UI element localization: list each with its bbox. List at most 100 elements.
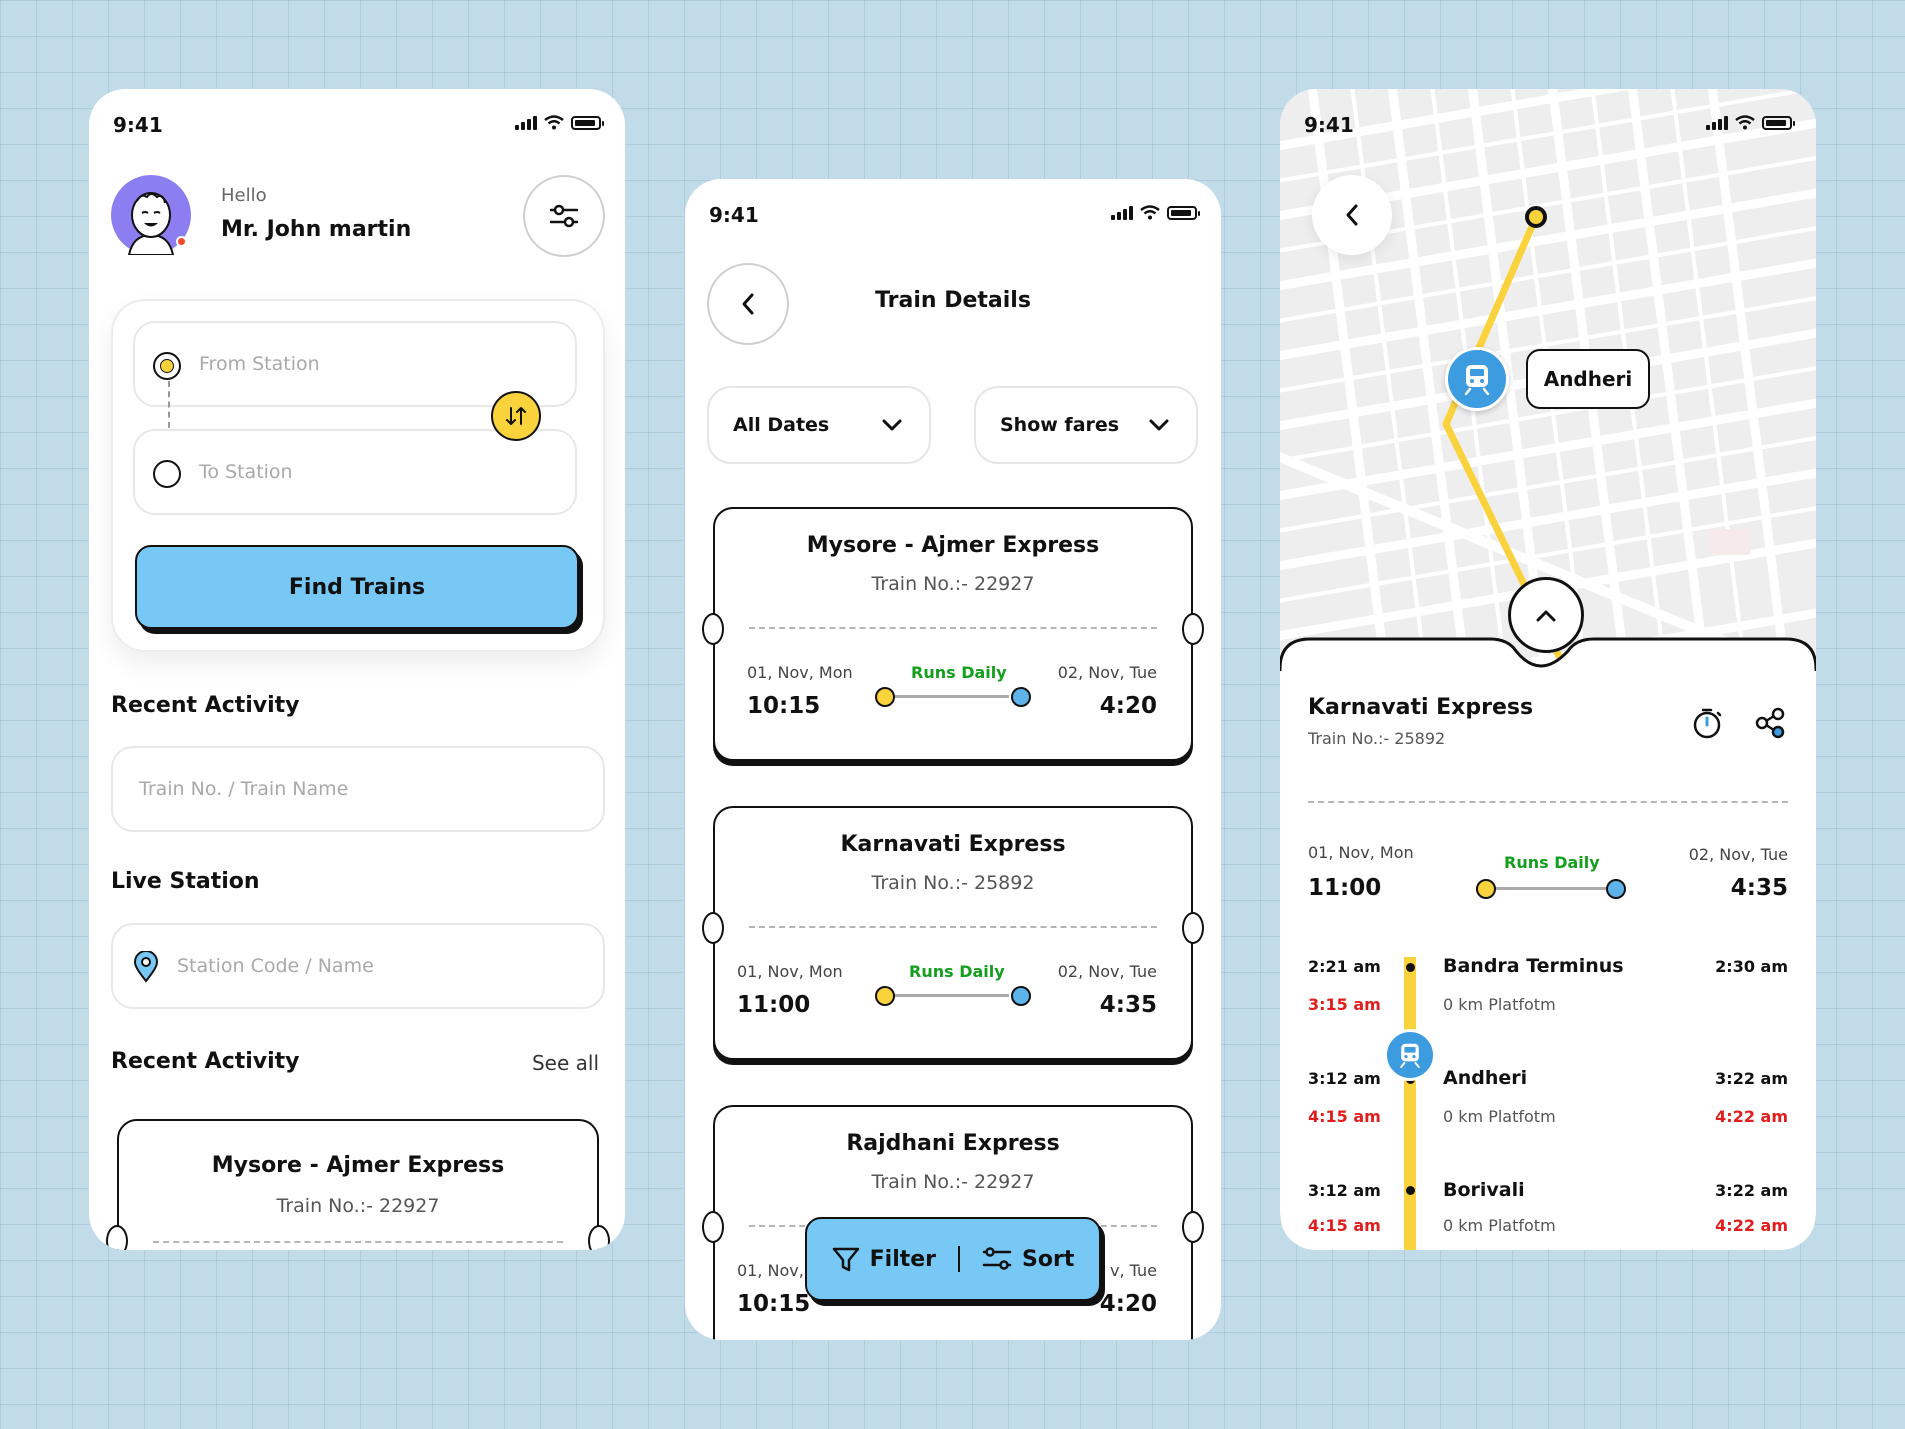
stop-arrival-time: 3:12 am	[1308, 1181, 1381, 1200]
runs-daily-label: Runs Daily	[1504, 853, 1600, 872]
live-tracking-screen: 9:41 Andheri Karnavati Express Train No.…	[1280, 89, 1816, 1250]
runs-daily-label: Runs Daily	[911, 663, 1007, 682]
ticket-train-name: Mysore - Ajmer Express	[211, 1153, 505, 1178]
settings-button[interactable]	[523, 175, 605, 257]
to-marker-icon	[153, 460, 181, 488]
ticket-notch	[588, 1225, 610, 1250]
status-time: 9:41	[1304, 113, 1354, 137]
departure-date: 01, Nov, Mon	[1308, 843, 1414, 862]
recent-ticket-card[interactable]: Mysore - Ajmer Express Train No.:- 22927	[106, 1119, 610, 1250]
sort-icon	[982, 1247, 1012, 1270]
home-screen: 9:41 Hello Mr. John martin From Station …	[89, 89, 625, 1250]
station-callout-label: Andheri	[1543, 367, 1633, 391]
status-time: 9:41	[113, 113, 163, 137]
stop-departure-delay: 4:22 am	[1715, 1216, 1788, 1235]
train-location-marker[interactable]	[1445, 347, 1509, 411]
train-icon	[1464, 365, 1490, 395]
stop-departure-time: 3:22 am	[1715, 1069, 1788, 1088]
wifi-icon	[1140, 205, 1160, 220]
wifi-icon	[544, 115, 564, 130]
stop-name: Borivali	[1443, 1179, 1525, 1201]
status-icons	[1111, 205, 1200, 220]
signal-icon	[1706, 115, 1728, 130]
from-station-placeholder: From Station	[199, 353, 320, 375]
sort-button[interactable]: Sort	[982, 1246, 1074, 1272]
origin-dot	[875, 687, 895, 707]
ticket-train-name: Rajdhani Express	[846, 1131, 1060, 1156]
find-trains-button[interactable]: Find Trains	[135, 545, 579, 629]
ticket-notch	[1182, 912, 1204, 944]
ticket-divider	[749, 926, 1157, 928]
chevron-down-icon	[882, 419, 902, 431]
ticket-notch	[1182, 613, 1204, 645]
station-search-placeholder: Station Code / Name	[177, 955, 374, 977]
signal-icon	[1111, 205, 1133, 220]
train-number: Train No.:- 25892	[1308, 729, 1446, 748]
origin-dot	[1476, 879, 1496, 899]
train-search-placeholder: Train No. / Train Name	[139, 778, 349, 800]
stop-departure-time: 2:30 am	[1715, 957, 1788, 976]
route-line	[1476, 887, 1610, 890]
chevron-left-icon	[1346, 204, 1358, 226]
train-search-field[interactable]: Train No. / Train Name	[111, 746, 605, 832]
stop-arrival-delay: 4:15 am	[1308, 1216, 1381, 1235]
ticket-divider	[153, 1241, 563, 1243]
swap-icon	[506, 407, 526, 425]
dates-dropdown[interactable]: All Dates	[707, 386, 931, 464]
battery-icon	[1762, 115, 1795, 130]
status-icons	[1706, 115, 1795, 130]
arrival-date: 02, Nov, Tue	[1688, 845, 1788, 864]
stopwatch-icon[interactable]	[1692, 707, 1722, 739]
arrival-time: 4:35	[1730, 875, 1788, 901]
train-icon	[1400, 1043, 1420, 1068]
departure-time: 11:00	[737, 992, 811, 1018]
back-button[interactable]	[1312, 175, 1392, 255]
origin-dot	[875, 986, 895, 1006]
arrival-date: v, Tue	[1110, 1261, 1157, 1280]
destination-dot	[1011, 986, 1031, 1006]
stop-dot	[1406, 1186, 1415, 1195]
departure-time: 10:15	[737, 1291, 811, 1317]
departure-date: 01, Nov,	[737, 1261, 804, 1280]
filter-button[interactable]: Filter	[832, 1245, 936, 1273]
train-ticket-card[interactable]: Karnavati Express Train No.:- 25892 01, …	[702, 806, 1204, 1060]
filter-icon	[832, 1247, 859, 1272]
to-station-placeholder: To Station	[199, 461, 293, 483]
ticket-train-name: Mysore - Ajmer Express	[806, 533, 1100, 558]
train-name: Karnavati Express	[1308, 695, 1534, 720]
fares-dropdown[interactable]: Show fares	[974, 386, 1198, 464]
runs-daily-label: Runs Daily	[909, 962, 1005, 981]
ticket-notch	[702, 1211, 724, 1243]
stop-departure-delay: 4:22 am	[1715, 1107, 1788, 1126]
stop-dot	[1406, 963, 1415, 972]
station-callout: Andheri	[1526, 349, 1650, 409]
route-line	[875, 994, 1009, 997]
departure-date: 01, Nov, Mon	[737, 962, 843, 981]
status-time: 9:41	[709, 203, 759, 227]
sliders-icon	[549, 204, 579, 228]
divider	[958, 1246, 961, 1272]
train-details-screen: 9:41 Train Details All Dates Show fares …	[685, 179, 1221, 1340]
sort-label: Sort	[1022, 1246, 1075, 1272]
to-station-field[interactable]: To Station	[133, 429, 577, 515]
ticket-notch	[702, 912, 724, 944]
divider	[1308, 801, 1788, 803]
bottom-sheet	[1280, 637, 1816, 1250]
departure-date: 01, Nov, Mon	[747, 663, 853, 682]
ticket-divider	[749, 627, 1157, 629]
avatar[interactable]	[111, 175, 191, 256]
online-status-dot	[176, 236, 187, 247]
swap-stations-button[interactable]	[491, 391, 541, 441]
arrival-time: 4:20	[1099, 1291, 1157, 1317]
stop-arrival-delay: 4:15 am	[1308, 1107, 1381, 1126]
expand-sheet-button[interactable]	[1508, 577, 1584, 653]
train-ticket-card[interactable]: Mysore - Ajmer Express Train No.:- 22927…	[702, 507, 1204, 761]
recent-activity-title-2: Recent Activity	[111, 1049, 300, 1074]
see-all-link[interactable]: See all	[532, 1051, 599, 1075]
station-search-field[interactable]: Station Code / Name	[111, 923, 605, 1009]
status-icons	[515, 115, 604, 130]
share-icon[interactable]	[1754, 707, 1786, 739]
departure-time: 11:00	[1308, 875, 1382, 901]
filter-sort-bar: Filter Sort	[805, 1217, 1101, 1301]
signal-icon	[515, 115, 537, 130]
